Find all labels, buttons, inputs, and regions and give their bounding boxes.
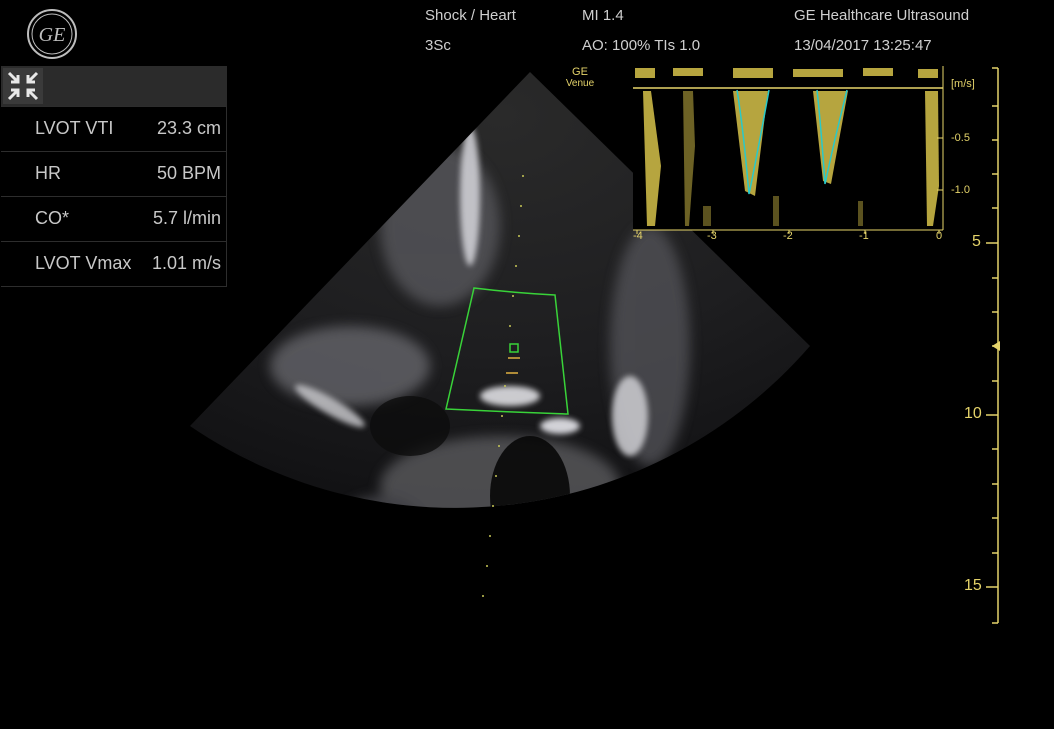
focus-marker-icon [992,341,1000,351]
collapse-arrows-icon[interactable] [3,68,43,104]
doppler-x-tick: -2 [783,230,793,242]
depth-scale: 5 10 15 [960,66,1020,626]
ge-logo: GE [26,8,78,60]
sample-volume-marker [509,343,519,353]
logo-text: GE [39,24,66,46]
probe-orientation-marker: GE Venue [565,66,595,90]
measurement-label: CO* [35,208,70,228]
measurement-label: LVOT Vmax [35,253,132,273]
probe-brand: GE [572,66,588,78]
mi-label: MI 1.4 [582,7,624,24]
depth-label: 10 [964,405,982,422]
ao-tis-label: AO: 100% TIs 1.0 [582,37,701,54]
depth-label: 15 [964,577,982,594]
doppler-x-tick: -3 [707,230,717,242]
measurement-label: HR [35,163,61,183]
probe-model: Venue [565,78,595,89]
doppler-x-tick: -4 [633,230,643,242]
measurement-label: LVOT VTI [35,118,114,138]
doppler-spectrum: [m/s] -0.5 -1.0 -4 -3 -2 -1 0 [633,66,979,242]
depth-label: 5 [972,233,981,250]
vendor-label: GE Healthcare Ultrasound [794,7,970,24]
datetime-label: 13/04/2017 13:25:47 [794,37,932,54]
probe-label: 3Sc [425,37,451,54]
doppler-x-tick: 0 [936,230,943,242]
doppler-x-tick: -1 [859,230,869,242]
preset-label: Shock / Heart [425,7,516,24]
